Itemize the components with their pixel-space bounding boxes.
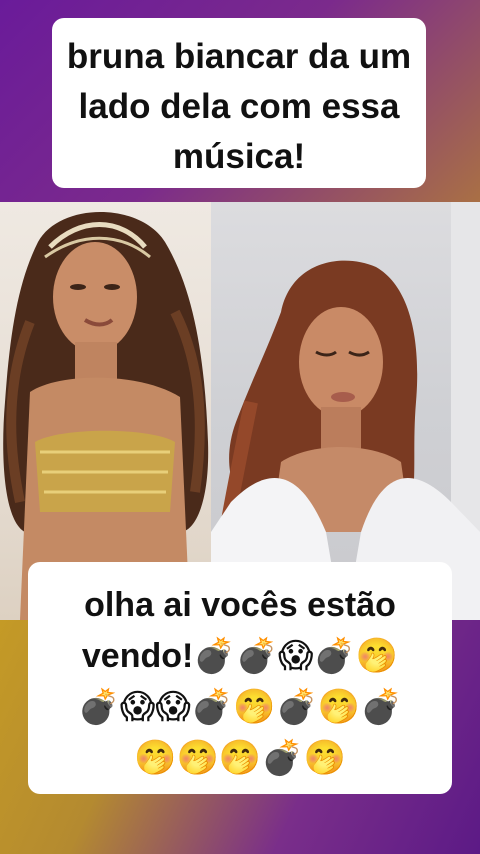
bottom-caption: olha ai vocês estão vendo!💣💣😱💣🤭 💣😱😱💣🤭💣🤭💣… — [28, 562, 452, 794]
left-photo — [0, 202, 211, 620]
bottom-caption-line: vendo!💣💣😱💣🤭 — [81, 637, 399, 675]
top-caption-line: bruna biancar da um — [66, 37, 412, 76]
top-caption: bruna biancar da um lado dela com essa m… — [52, 18, 426, 188]
bottom-caption-line: olha ai vocês estão — [84, 586, 396, 624]
video-frame — [0, 202, 480, 620]
woman-white-robe-illustration — [211, 202, 480, 620]
woman-headpiece-illustration — [3, 212, 209, 620]
bottom-caption-line: 💣😱😱💣🤭💣🤭💣 — [77, 688, 403, 726]
top-caption-line: música! — [172, 137, 306, 176]
right-photo — [211, 202, 480, 620]
top-caption-line: lado dela com essa — [78, 87, 400, 126]
bottom-caption-line: 🤭🤭🤭💣🤭 — [134, 739, 346, 777]
